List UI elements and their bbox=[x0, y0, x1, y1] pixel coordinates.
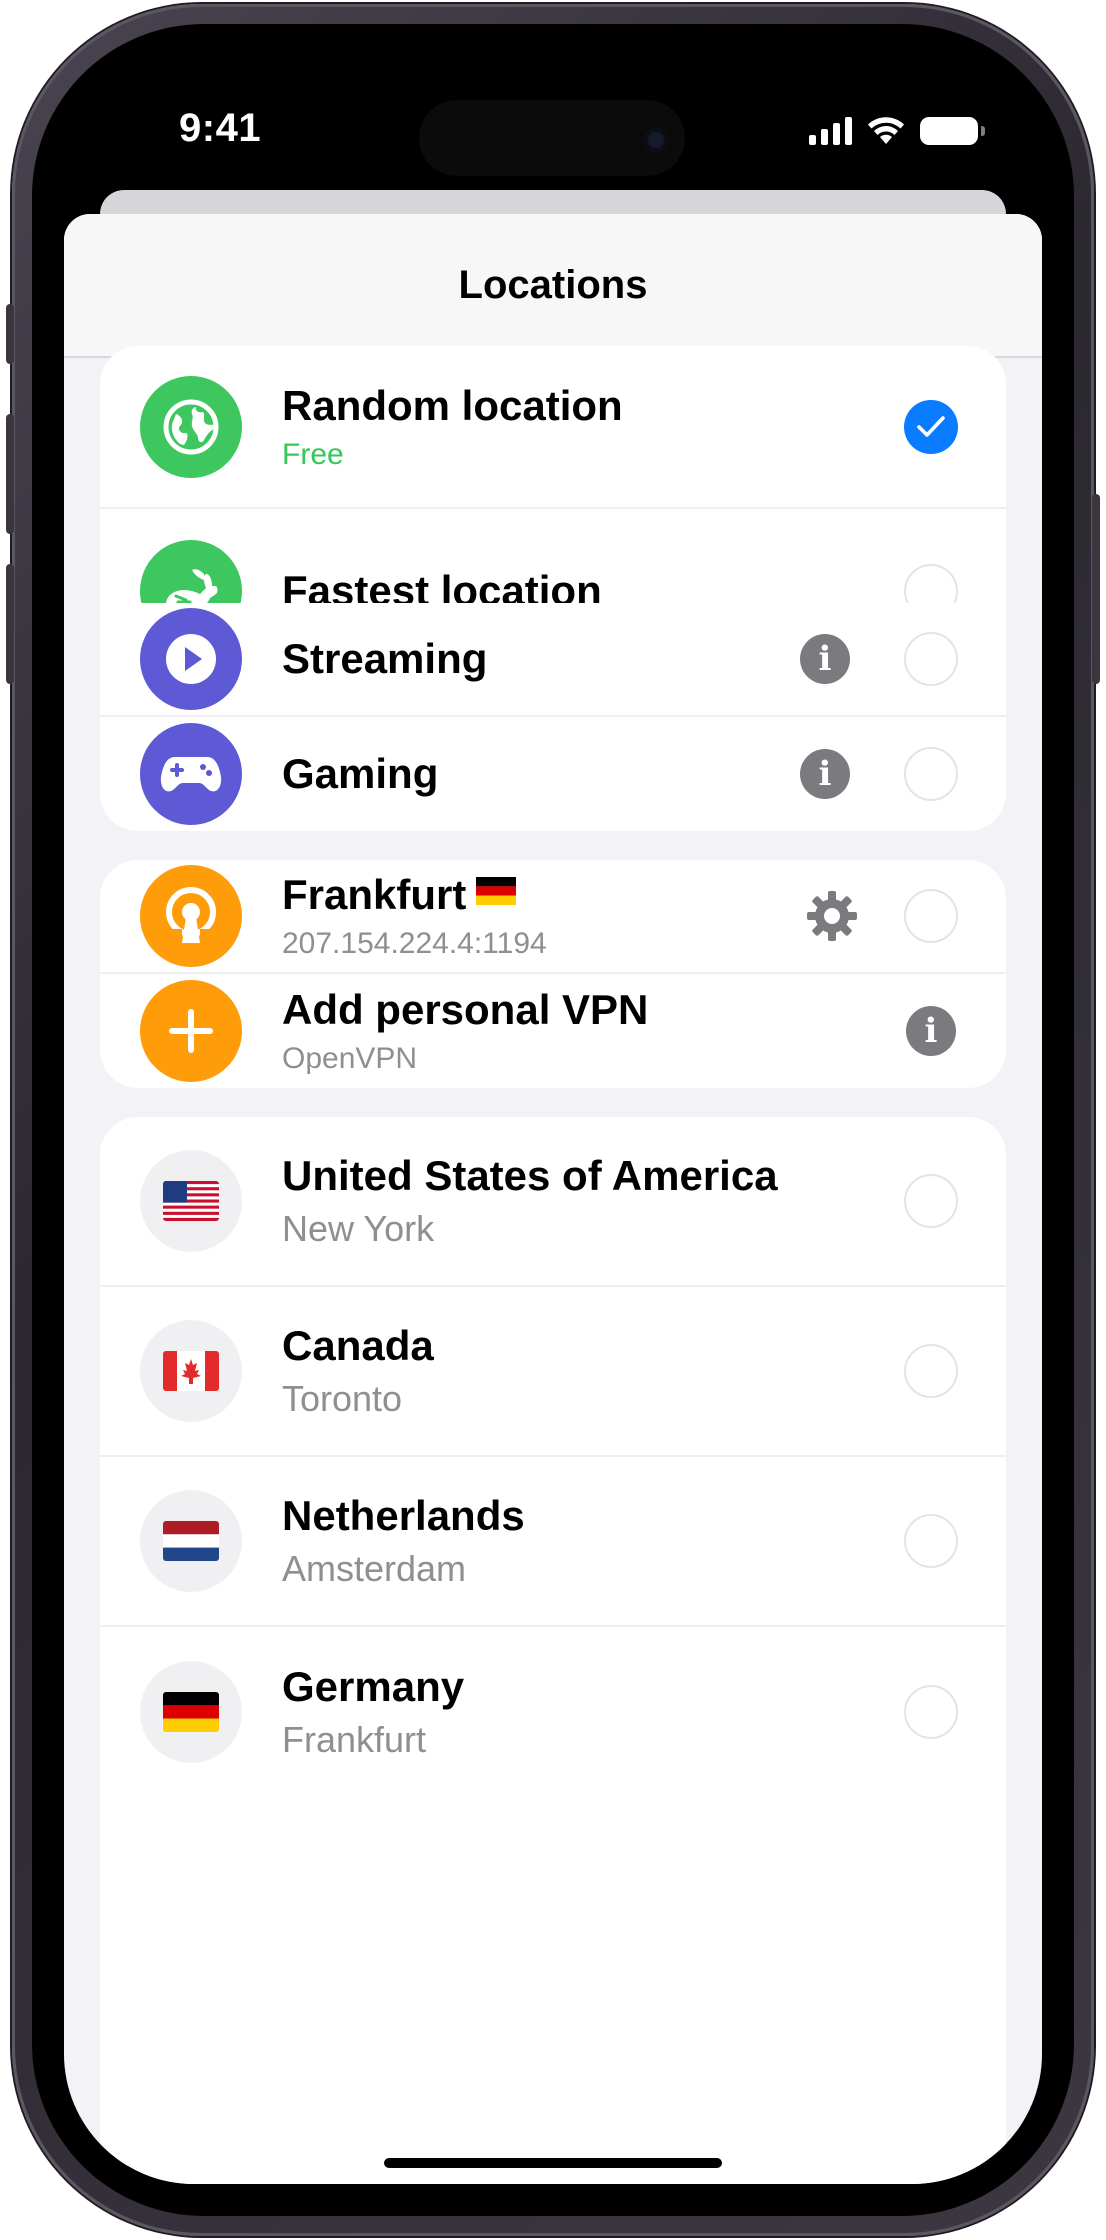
row-title: Add personal VPN bbox=[282, 986, 649, 1033]
row-title: Germany bbox=[282, 1663, 465, 1710]
volume-up-button bbox=[6, 414, 14, 534]
cellular-signal-icon bbox=[809, 117, 852, 145]
screen: 9:41 Locations Random location Free Fast… bbox=[64, 64, 1042, 2184]
radio-button[interactable] bbox=[904, 632, 958, 686]
mute-switch bbox=[6, 304, 14, 364]
sheet-title: Locations bbox=[458, 262, 648, 307]
free-badge-text: Free bbox=[282, 437, 344, 471]
openvpn-icon bbox=[140, 865, 242, 967]
plus-icon bbox=[140, 980, 242, 1082]
globe-icon bbox=[140, 375, 242, 478]
front-camera bbox=[644, 128, 668, 152]
row-text: Streaming bbox=[282, 635, 487, 683]
info-icon[interactable]: i bbox=[906, 1006, 956, 1056]
battery-icon bbox=[920, 117, 985, 145]
location-row-streaming[interactable]: Streaming i bbox=[100, 603, 1006, 717]
row-title: United States of America bbox=[282, 1152, 778, 1199]
gear-icon[interactable] bbox=[804, 888, 860, 944]
location-row-frankfurt-vpn[interactable]: Frankfurt 207.154.224.4:1194 bbox=[100, 860, 1006, 974]
city-name: Frankfurt bbox=[282, 1719, 427, 1760]
selected-checkmark-icon[interactable] bbox=[904, 399, 958, 454]
netherlands-flag-icon bbox=[140, 1490, 242, 1592]
germany-flag-icon bbox=[140, 1661, 242, 1763]
countries-card: United States of America New York Canada bbox=[100, 1117, 1006, 2184]
gamepad-icon bbox=[140, 723, 242, 825]
row-title: Streaming bbox=[282, 635, 488, 682]
personal-vpn-card: Frankfurt 207.154.224.4:1194 Add persona… bbox=[100, 860, 1006, 1088]
info-icon[interactable]: i bbox=[800, 749, 850, 799]
row-title: Canada bbox=[282, 1322, 434, 1369]
location-row-gaming[interactable]: Gaming i bbox=[100, 717, 1006, 831]
radio-button[interactable] bbox=[904, 889, 958, 943]
row-text: Add personal VPN OpenVPN bbox=[282, 986, 648, 1076]
special-locations-card: Streaming i Gaming i bbox=[100, 603, 1006, 831]
canada-flag-icon bbox=[140, 1320, 242, 1422]
info-icon[interactable]: i bbox=[800, 634, 850, 684]
city-name: Toronto bbox=[282, 1378, 403, 1419]
row-text: Frankfurt 207.154.224.4:1194 bbox=[282, 871, 547, 961]
play-icon bbox=[140, 608, 242, 710]
row-text: Netherlands Amsterdam bbox=[282, 1492, 525, 1590]
wifi-icon bbox=[868, 117, 904, 144]
row-text: Germany Frankfurt bbox=[282, 1663, 464, 1761]
radio-button[interactable] bbox=[904, 1344, 958, 1398]
radio-button[interactable] bbox=[904, 1685, 958, 1739]
usa-flag-icon bbox=[140, 1150, 242, 1252]
status-icons bbox=[809, 114, 985, 148]
city-name: New York bbox=[282, 1208, 435, 1249]
row-title: Random location bbox=[282, 381, 623, 429]
germany-flag-icon bbox=[476, 877, 517, 905]
status-time: 9:41 bbox=[179, 106, 262, 150]
row-title: Gaming bbox=[282, 750, 439, 797]
add-personal-vpn-row[interactable]: Add personal VPN OpenVPN i bbox=[100, 974, 1006, 1088]
home-indicator[interactable] bbox=[384, 2158, 722, 2168]
row-text: Canada Toronto bbox=[282, 1322, 434, 1420]
city-name: Amsterdam bbox=[282, 1548, 467, 1589]
location-row-usa[interactable]: United States of America New York bbox=[100, 1117, 1006, 1287]
radio-button[interactable] bbox=[904, 747, 958, 801]
power-button bbox=[1092, 494, 1100, 684]
row-title: Netherlands bbox=[282, 1492, 525, 1539]
server-address: 207.154.224.4:1194 bbox=[282, 927, 547, 960]
locations-sheet: Locations Random location Free Fastest l… bbox=[64, 214, 1042, 2184]
location-row-germany[interactable]: Germany Frankfurt bbox=[100, 1627, 1006, 1797]
radio-button[interactable] bbox=[904, 1514, 958, 1568]
row-text: Gaming bbox=[282, 750, 438, 798]
radio-button[interactable] bbox=[904, 1174, 958, 1228]
location-row-random[interactable]: Random location Free bbox=[100, 346, 1006, 509]
row-text: Random location Free bbox=[282, 382, 623, 472]
sheet-header: Locations bbox=[64, 214, 1042, 358]
row-title: Frankfurt bbox=[282, 871, 547, 919]
vpn-protocol: OpenVPN bbox=[282, 1042, 418, 1075]
location-row-canada[interactable]: Canada Toronto bbox=[100, 1287, 1006, 1457]
row-text: United States of America New York bbox=[282, 1152, 778, 1250]
volume-down-button bbox=[6, 564, 14, 684]
location-row-netherlands[interactable]: Netherlands Amsterdam bbox=[100, 1457, 1006, 1627]
